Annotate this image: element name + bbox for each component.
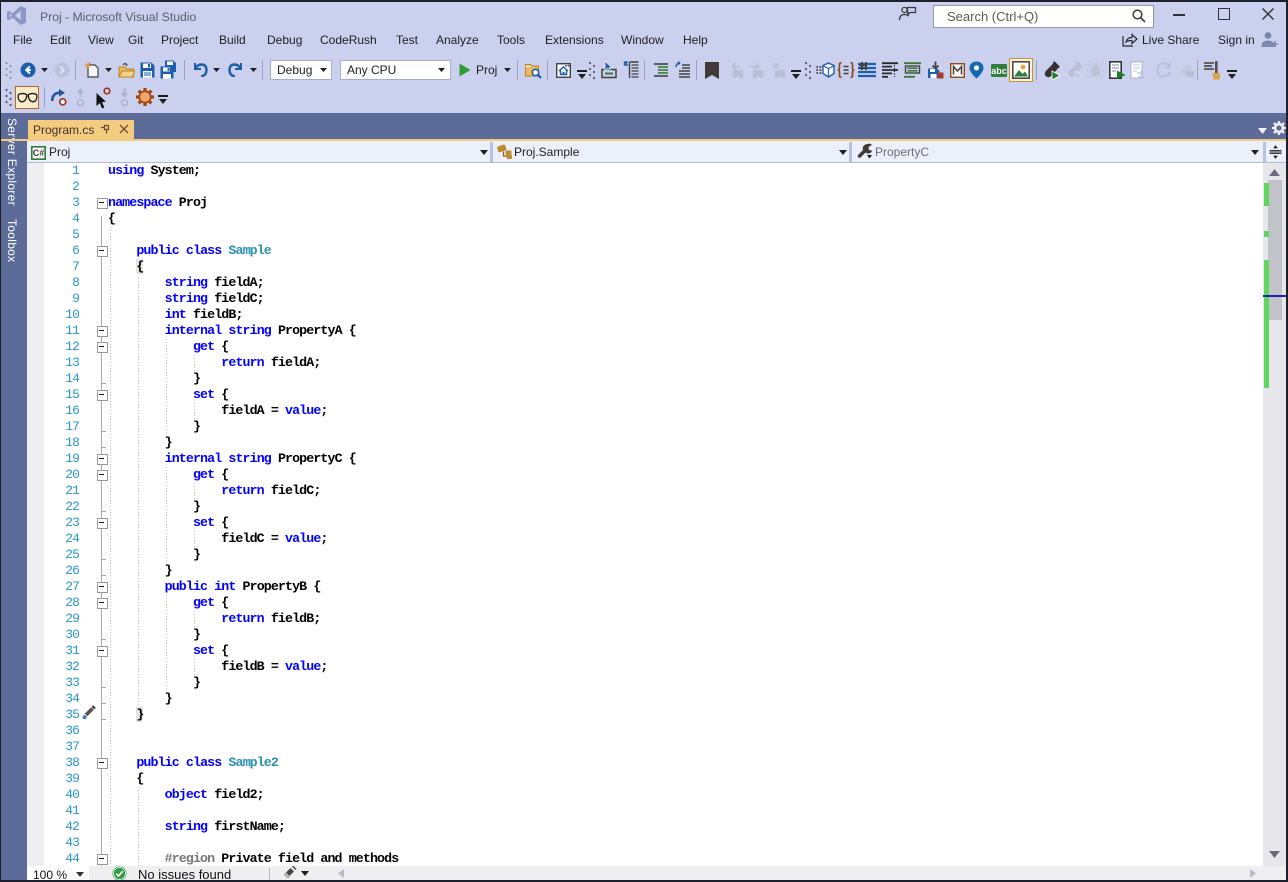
svg-text:C#: C#: [33, 148, 45, 158]
svg-text:abc: abc: [991, 66, 1007, 76]
